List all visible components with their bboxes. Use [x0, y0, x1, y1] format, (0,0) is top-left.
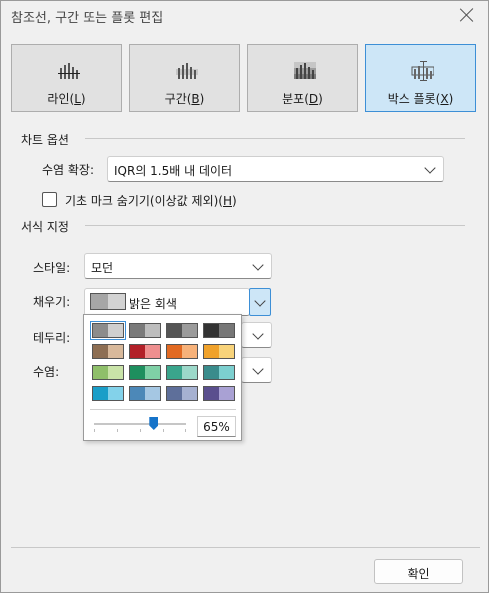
palette-swatch[interactable] — [90, 321, 126, 340]
whisker-select[interactable] — [241, 357, 272, 383]
palette-swatch[interactable] — [92, 365, 124, 380]
chevron-down-icon — [254, 295, 266, 307]
band-type-label: 구간(B) — [164, 92, 205, 106]
fill-swatch — [90, 293, 126, 310]
slider-tick — [94, 429, 95, 432]
hide-underlying-marks-label: 기초 마크 숨기기(이상값 제외)(H) — [65, 194, 237, 208]
slider-tick — [140, 429, 141, 432]
close-icon[interactable] — [459, 7, 475, 23]
distribution-icon — [294, 62, 316, 79]
chevron-down-icon — [252, 363, 264, 375]
opacity-slider-thumb[interactable] — [149, 417, 159, 430]
palette-swatch[interactable] — [203, 323, 235, 338]
dialog-title: 참조선, 구간 또는 플롯 편집 — [11, 11, 164, 26]
slider-tick — [163, 429, 164, 432]
distribution-type-button[interactable]: 분포(D) — [247, 44, 358, 112]
divider — [85, 225, 465, 226]
palette-swatch[interactable] — [92, 344, 124, 359]
chart-options-heading: 차트 옵션 — [21, 133, 69, 147]
hide-underlying-marks-checkbox[interactable] — [42, 192, 57, 207]
palette-swatch[interactable] — [129, 386, 161, 401]
band-type-button[interactable]: 구간(B) — [129, 44, 240, 112]
chevron-down-icon — [252, 328, 264, 340]
slider-tick — [117, 429, 118, 432]
box-plot-icon — [411, 61, 434, 81]
border-select[interactable] — [241, 322, 272, 348]
fill-palette-popup: 65% — [83, 314, 242, 441]
opacity-slider-track[interactable] — [94, 423, 186, 425]
palette-swatch[interactable] — [166, 323, 198, 338]
palette-swatch[interactable] — [92, 386, 124, 401]
distribution-type-label: 분포(D) — [282, 92, 323, 106]
fill-label: 채우기: — [33, 295, 71, 309]
palette-swatch[interactable] — [166, 344, 198, 359]
style-label: 스타일: — [33, 261, 71, 275]
band-icon — [176, 63, 198, 79]
title-bar: 참조선, 구간 또는 플롯 편집 — [1, 1, 488, 31]
formatting-heading: 서식 지정 — [21, 220, 69, 234]
palette-swatch[interactable] — [129, 344, 161, 359]
fill-value: 밝은 회색 — [129, 297, 177, 311]
palette-swatch[interactable] — [166, 386, 198, 401]
divider — [90, 409, 236, 410]
style-select[interactable]: 모던 — [84, 253, 272, 279]
whisker-extent-select[interactable]: IQR의 1.5배 내 데이터 — [107, 156, 444, 182]
palette-swatch[interactable] — [203, 365, 235, 380]
palette-swatch[interactable] — [129, 323, 161, 338]
box-plot-type-label: 박스 플롯(X) — [387, 92, 454, 106]
whisker-label: 수염: — [33, 365, 60, 379]
whisker-extent-label: 수염 확장: — [42, 163, 95, 177]
line-type-label: 라인(L) — [47, 92, 86, 106]
palette-swatch[interactable] — [129, 365, 161, 380]
palette-swatch[interactable] — [166, 365, 198, 380]
chevron-down-icon — [252, 259, 264, 271]
reference-line-icon — [58, 63, 80, 79]
chevron-down-icon — [424, 162, 436, 174]
slider-tick — [185, 429, 186, 432]
opacity-input[interactable]: 65% — [197, 416, 236, 437]
fill-select[interactable]: 밝은 회색 — [84, 288, 250, 316]
divider — [85, 138, 465, 139]
fill-dropdown-button[interactable] — [249, 288, 271, 316]
box-plot-type-button[interactable]: 박스 플롯(X) — [365, 44, 476, 112]
whisker-extent-value: IQR의 1.5배 내 데이터 — [114, 164, 233, 178]
edit-reference-line-dialog: 참조선, 구간 또는 플롯 편집 라인(L) 구간(B) 분포(D) 박스 플롯… — [0, 0, 489, 593]
palette-swatch[interactable] — [203, 386, 235, 401]
palette-swatch[interactable] — [203, 344, 235, 359]
style-value: 모던 — [91, 261, 114, 275]
divider — [11, 547, 480, 548]
line-type-button[interactable]: 라인(L) — [11, 44, 122, 112]
ok-button[interactable]: 확인 — [374, 559, 463, 584]
border-label: 테두리: — [33, 331, 71, 345]
